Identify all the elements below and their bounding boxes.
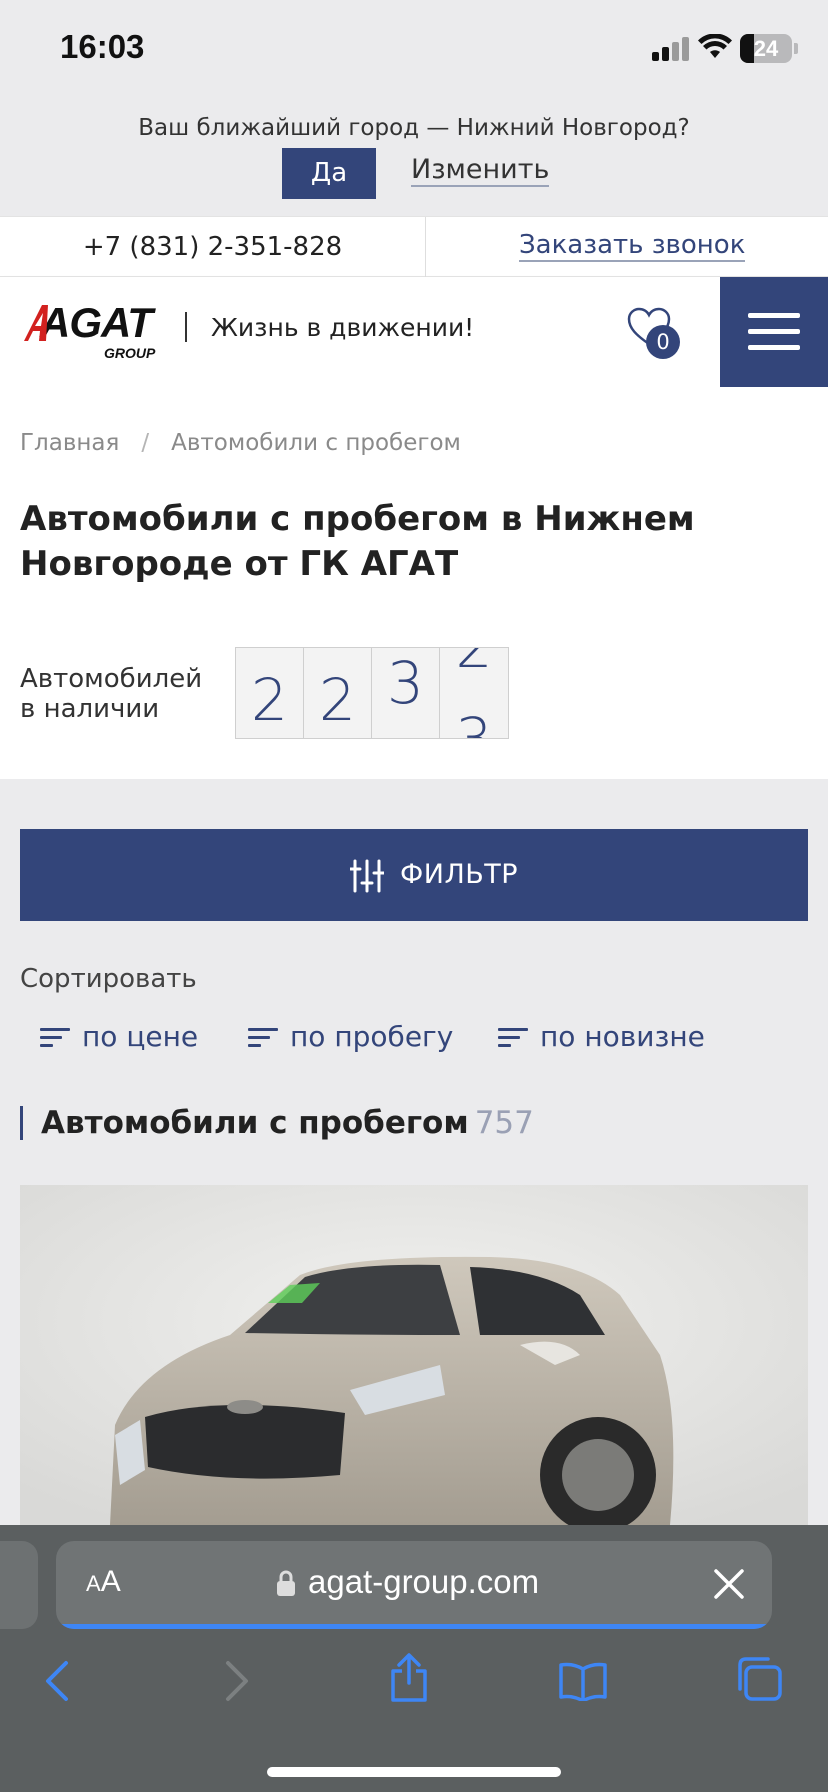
reader-settings-button[interactable]: AA (86, 1565, 121, 1599)
filter-sliders-icon (350, 859, 384, 893)
divider (425, 217, 426, 278)
aa-small: A (86, 1571, 101, 1596)
slogan: Жизнь в движении! (211, 313, 475, 342)
phone-link[interactable]: +7 (831) 2-351-828 (0, 217, 425, 277)
filter-label: ФИЛЬТР (400, 859, 519, 890)
status-bar: 16:03 24 (0, 0, 828, 100)
forward-icon[interactable] (222, 1659, 252, 1703)
counter-digit-rolling: 2 3 (440, 648, 508, 738)
cars-available-counter: 2 2 3 2 3 (235, 647, 509, 739)
city-question: Ваш ближайший город — Нижний Новгород? (138, 115, 690, 141)
car-image (20, 1185, 808, 1525)
listing-heading: Автомобили с пробегом 757 (20, 1106, 534, 1140)
city-yes-button[interactable]: Да (282, 148, 376, 199)
address-bar[interactable]: AA agat-group.com (56, 1541, 772, 1629)
bookmarks-icon[interactable] (558, 1661, 608, 1701)
city-change-link[interactable]: Изменить (411, 155, 550, 187)
menu-button[interactable] (720, 277, 828, 387)
sort-by-newness[interactable]: по новизне (498, 1020, 705, 1053)
sort-by-mileage[interactable]: по пробегу (248, 1020, 453, 1053)
aa-large: A (100, 1565, 121, 1598)
city-confirm-bar: Ваш ближайший город — Нижний Новгород? Д… (0, 100, 828, 216)
sort-icon (498, 1026, 528, 1048)
browser-toolbar: AA agat-group.com (0, 1525, 828, 1792)
back-icon[interactable] (42, 1659, 72, 1703)
header-divider (185, 312, 187, 342)
listing-count: 757 (474, 1105, 534, 1141)
url-text: agat-group.com (308, 1563, 540, 1600)
favorites-count-badge: 0 (646, 325, 680, 359)
sort-title: Сортировать (20, 964, 197, 994)
wifi-icon (698, 34, 732, 58)
battery-icon: 24 (740, 34, 792, 63)
cellular-signal-icon (652, 37, 690, 61)
breadcrumb: Главная / Автомобили с пробегом (20, 430, 461, 456)
share-icon[interactable] (388, 1653, 430, 1703)
page-load-progress (56, 1624, 772, 1629)
breadcrumb-home[interactable]: Главная (20, 430, 119, 456)
home-indicator (267, 1767, 561, 1777)
counter-digit: 3 (372, 648, 440, 738)
sort-label: по пробегу (290, 1020, 454, 1053)
close-icon[interactable] (712, 1567, 746, 1601)
counter-rolling-bottom: 3 (440, 710, 508, 738)
sort-icon (248, 1026, 278, 1048)
status-time: 16:03 (60, 28, 145, 65)
filter-button[interactable]: ФИЛЬТР (20, 829, 808, 921)
page-intro: Главная / Автомобили с пробегом Автомобили… (0, 387, 828, 779)
car-photo[interactable] (20, 1185, 808, 1525)
cars-available-label: Автомобилей в наличии (20, 664, 203, 724)
agat-logo[interactable]: AGAT GROUP (22, 297, 162, 362)
sort-label: по новизне (540, 1020, 705, 1053)
counter-rolling-top: 2 (440, 648, 508, 676)
lock-icon (277, 1570, 295, 1596)
previous-tab[interactable] (0, 1541, 38, 1629)
logo-subtitle: GROUP (104, 345, 156, 361)
logo-mark-icon (24, 305, 48, 341)
sort-label: по цене (82, 1020, 199, 1053)
tabs-icon[interactable] (734, 1655, 784, 1703)
page-title: Автомобили с пробегом в Нижнем Новгороде… (20, 499, 695, 584)
breadcrumb-separator: / (141, 430, 150, 456)
counter-digit: 2 (304, 648, 372, 738)
sort-icon (40, 1026, 70, 1048)
battery-level: 24 (753, 36, 779, 61)
callback-link[interactable]: Заказать звонок (519, 231, 746, 262)
favorites-button[interactable]: 0 (626, 307, 686, 362)
site-header: AGAT GROUP Жизнь в движении! 0 (0, 277, 828, 387)
contact-bar: +7 (831) 2-351-828 Заказать звонок (0, 216, 828, 278)
breadcrumb-current[interactable]: Автомобили с пробегом (171, 430, 461, 456)
sort-by-price[interactable]: по цене (40, 1020, 198, 1053)
listing-title: Автомобили с пробегом (41, 1105, 469, 1141)
counter-digit: 2 (236, 648, 304, 738)
